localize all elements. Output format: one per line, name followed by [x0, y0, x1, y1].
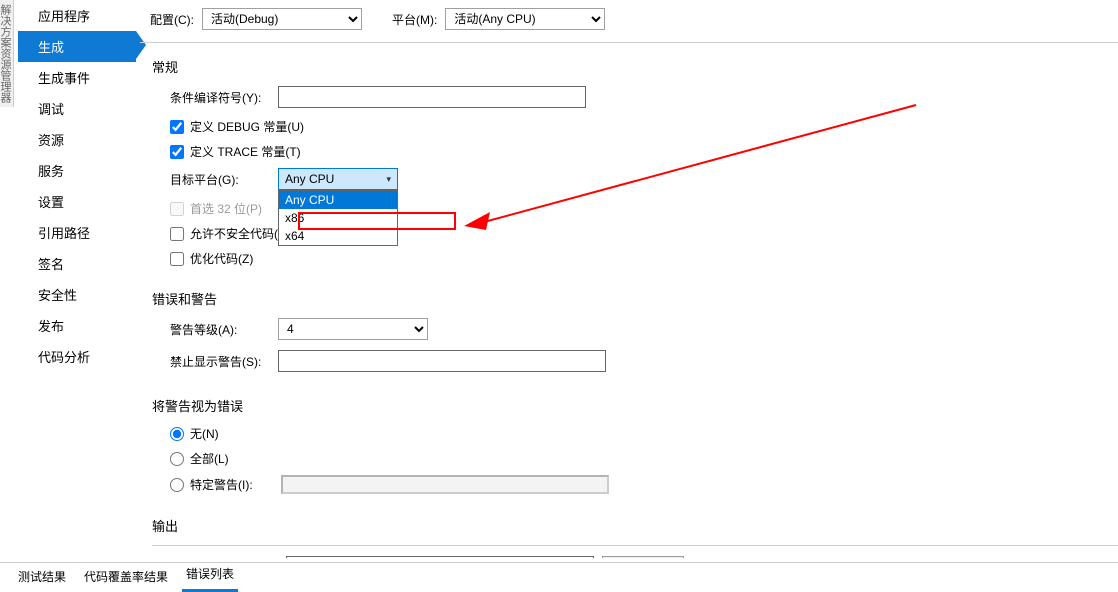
- cond-symbols-input[interactable]: [278, 86, 586, 108]
- radio-all[interactable]: [170, 452, 184, 466]
- allow-unsafe-label: 允许不安全代码(F): [190, 225, 289, 242]
- sidebar-item-reference-paths[interactable]: 引用路径: [18, 217, 136, 248]
- section-errors-warnings: 错误和警告: [152, 289, 1118, 308]
- sidebar-item-settings[interactable]: 设置: [18, 186, 136, 217]
- radio-specific-label: 特定警告(I):: [190, 476, 253, 493]
- target-platform-value: Any CPU: [285, 172, 334, 186]
- platform-combo[interactable]: 活动(Any CPU): [445, 8, 605, 30]
- platform-label: 平台(M):: [392, 11, 437, 28]
- config-row: 配置(C): 活动(Debug) 平台(M): 活动(Any CPU): [140, 0, 1118, 43]
- sidebar-item-resources[interactable]: 资源: [18, 124, 136, 155]
- optimize-checkbox[interactable]: [170, 252, 184, 266]
- dd-option-anycpu[interactable]: Any CPU: [279, 191, 397, 209]
- output-path-input[interactable]: [286, 556, 594, 558]
- suppress-warnings-label: 禁止显示警告(S):: [170, 353, 278, 370]
- radio-none-label: 无(N): [190, 425, 219, 442]
- sidebar-item-signing[interactable]: 签名: [18, 248, 136, 279]
- target-platform-label: 目标平台(G):: [170, 171, 278, 188]
- tab-error-list[interactable]: 错误列表: [182, 560, 238, 592]
- section-general: 常规: [152, 57, 1118, 76]
- warning-level-combo[interactable]: 4: [278, 318, 428, 340]
- optimize-label: 优化代码(Z): [190, 250, 253, 267]
- sidebar-item-publish[interactable]: 发布: [18, 310, 136, 341]
- suppress-warnings-input[interactable]: [278, 350, 606, 372]
- sidebar-item-services[interactable]: 服务: [18, 155, 136, 186]
- radio-all-label: 全部(L): [190, 450, 229, 467]
- config-combo[interactable]: 活动(Debug): [202, 8, 362, 30]
- warning-level-label: 警告等级(A):: [170, 321, 278, 338]
- sidebar-item-debug[interactable]: 调试: [18, 93, 136, 124]
- prefer-32bit-label: 首选 32 位(P): [190, 200, 262, 217]
- specific-warnings-input: [281, 475, 609, 494]
- radio-none[interactable]: [170, 427, 184, 441]
- allow-unsafe-checkbox[interactable]: [170, 227, 184, 241]
- sidebar-item-security[interactable]: 安全性: [18, 279, 136, 310]
- property-sidebar: 应用程序 生成 生成事件 调试 资源 服务 设置 引用路径 签名 安全性 发布 …: [18, 0, 136, 372]
- define-debug-checkbox[interactable]: [170, 120, 184, 134]
- define-trace-checkbox[interactable]: [170, 145, 184, 159]
- section-output: 输出: [152, 516, 1118, 535]
- cond-symbols-label: 条件编译符号(Y):: [170, 89, 278, 106]
- sidebar-item-application[interactable]: 应用程序: [18, 0, 136, 31]
- side-vertical-tab[interactable]: 解决方案资源管理器: [0, 0, 14, 107]
- chevron-down-icon: ▾: [386, 174, 391, 185]
- tab-test-results[interactable]: 测试结果: [14, 563, 70, 592]
- build-panel: 配置(C): 活动(Debug) 平台(M): 活动(Any CPU) 常规 条…: [140, 0, 1118, 558]
- target-platform-dropdown[interactable]: Any CPU ▾ Any CPU x86 x64: [278, 168, 398, 190]
- define-trace-label: 定义 TRACE 常量(T): [190, 143, 301, 160]
- prefer-32bit-checkbox: [170, 202, 184, 216]
- define-debug-label: 定义 DEBUG 常量(U): [190, 118, 304, 135]
- config-label: 配置(C):: [150, 11, 194, 28]
- bottom-tab-bar: 测试结果 代码覆盖率结果 错误列表: [0, 562, 1118, 592]
- sidebar-item-code-analysis[interactable]: 代码分析: [18, 341, 136, 372]
- sidebar-item-build[interactable]: 生成: [18, 31, 136, 62]
- sidebar-item-build-events[interactable]: 生成事件: [18, 62, 136, 93]
- radio-specific[interactable]: [170, 478, 184, 492]
- section-treat-as-errors: 将警告视为错误: [152, 396, 1118, 415]
- dd-option-x64[interactable]: x64: [279, 227, 397, 245]
- target-platform-list: Any CPU x86 x64: [278, 190, 398, 246]
- dd-option-x86[interactable]: x86: [279, 209, 397, 227]
- browse-button[interactable]: 浏览(R)...: [602, 556, 684, 558]
- tab-code-coverage[interactable]: 代码覆盖率结果: [80, 563, 172, 592]
